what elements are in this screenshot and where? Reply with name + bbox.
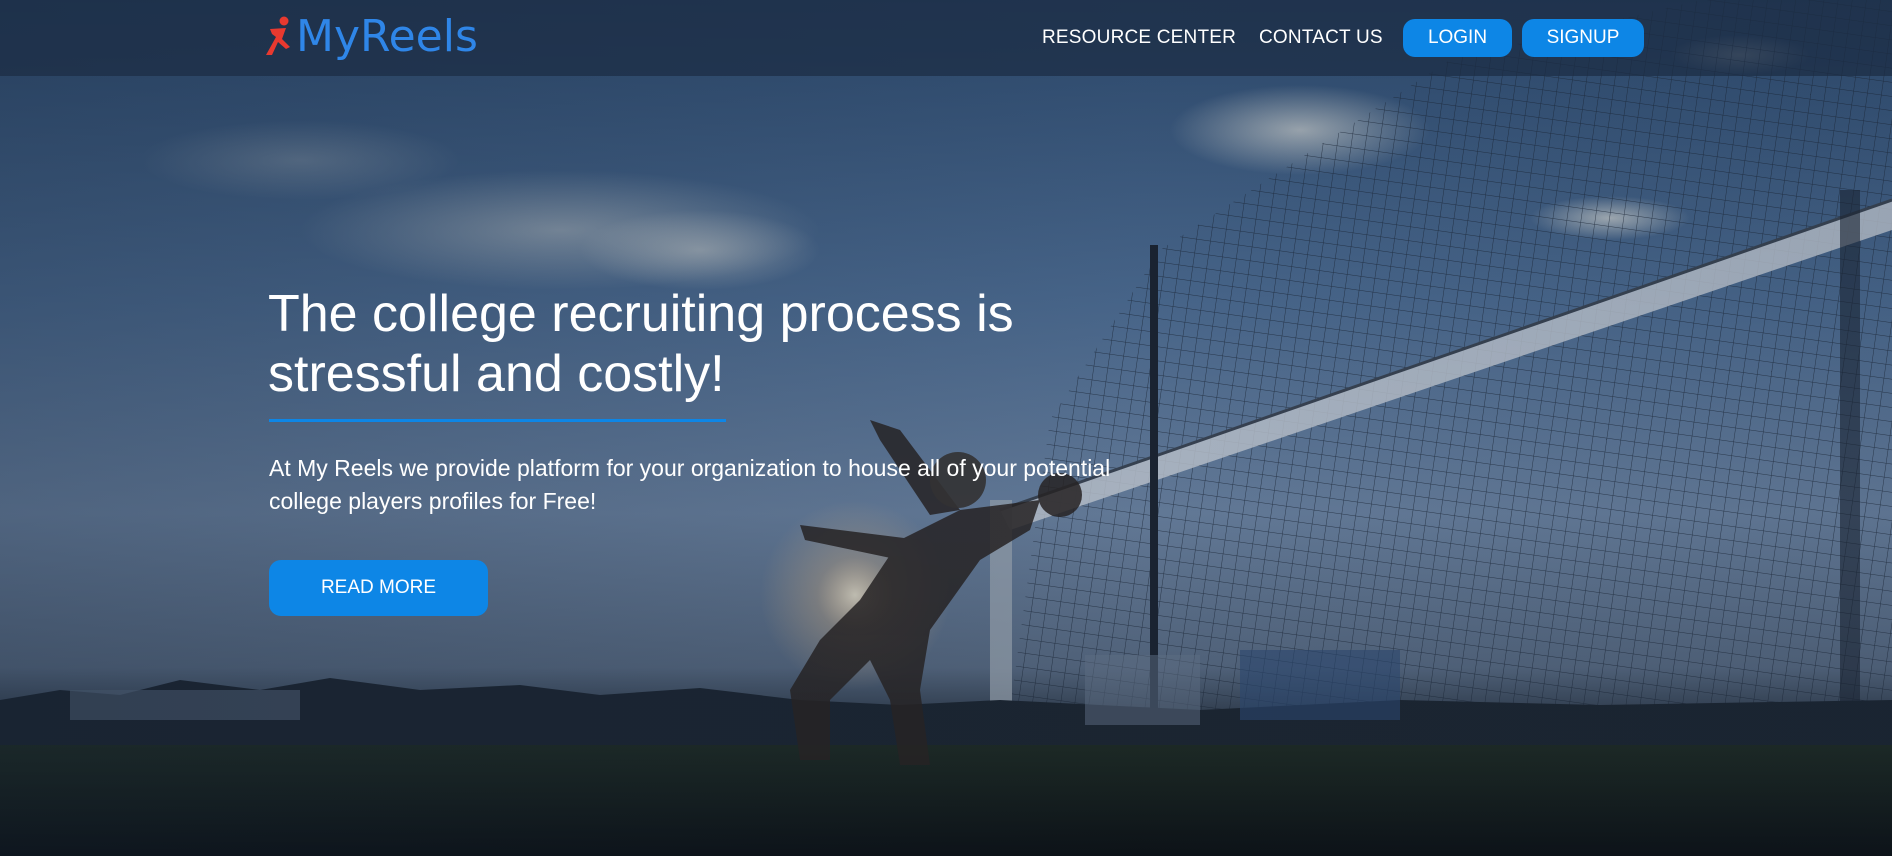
signup-button[interactable]: SIGNUP <box>1522 19 1644 57</box>
read-more-button[interactable]: READ MORE <box>269 560 488 616</box>
hero-overlay <box>0 0 1892 856</box>
runner-logo-icon <box>266 16 290 55</box>
login-button[interactable]: LOGIN <box>1403 19 1512 57</box>
hero-title: The college recruiting process is stress… <box>268 285 1014 403</box>
hero-title-underline <box>269 419 726 422</box>
hero-subtitle: At My Reels we provide platform for your… <box>269 455 1111 514</box>
page: MyReels RESOURCE CENTER CONTACT US LOGIN… <box>0 0 1892 856</box>
logo-text: MyReels <box>296 11 478 62</box>
logo[interactable]: MyReels <box>262 12 478 62</box>
nav-resource-center[interactable]: RESOURCE CENTER <box>1042 26 1236 50</box>
top-navbar: MyReels RESOURCE CENTER CONTACT US LOGIN… <box>0 0 1892 76</box>
nav-contact-us[interactable]: CONTACT US <box>1259 26 1383 50</box>
